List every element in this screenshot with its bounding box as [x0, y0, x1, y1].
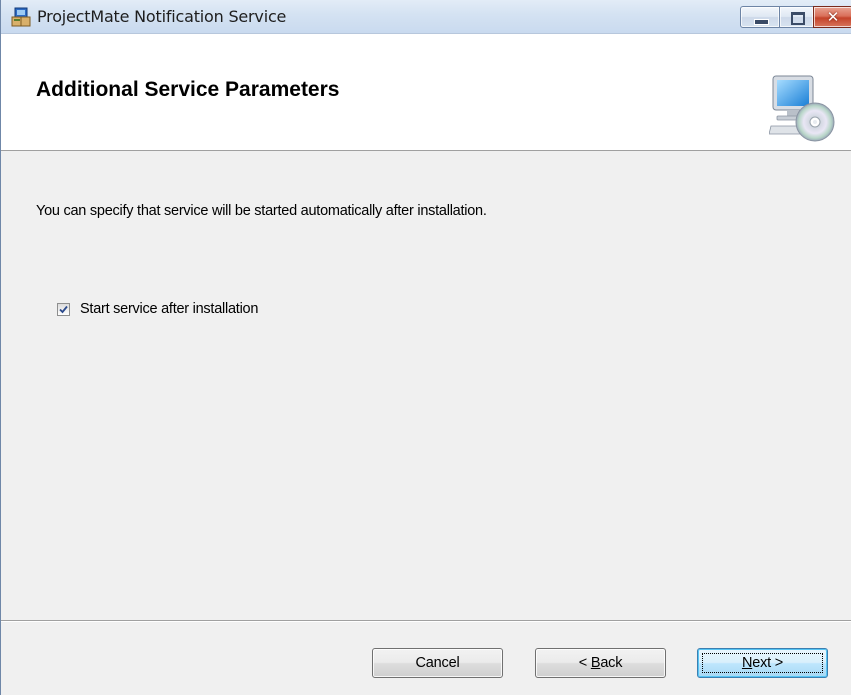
cancel-button-label: Cancel: [415, 655, 460, 671]
maximize-button[interactable]: [779, 6, 814, 28]
back-button-rest: ack: [600, 655, 623, 671]
close-icon: ✕: [826, 8, 840, 26]
start-service-checkbox[interactable]: [57, 303, 70, 316]
minimize-icon: [754, 19, 769, 25]
back-button[interactable]: < Back: [535, 648, 666, 678]
footer-divider: [1, 620, 851, 622]
computer-cd-icon: [769, 75, 835, 142]
close-button[interactable]: ✕: [813, 6, 851, 28]
page-title: Additional Service Parameters: [36, 78, 340, 101]
next-button[interactable]: Next >: [697, 648, 828, 678]
maximize-icon: [791, 12, 805, 25]
title-bar[interactable]: ProjectMate Notification Service ✕: [1, 0, 851, 34]
header-banner: Additional Service Parameters: [1, 34, 851, 151]
start-service-label[interactable]: Start service after installation: [80, 301, 258, 317]
minimize-button[interactable]: [740, 6, 780, 28]
back-button-prefix: <: [578, 655, 591, 671]
window-title: ProjectMate Notification Service: [37, 7, 287, 26]
back-button-mnemonic: B: [590, 655, 601, 671]
description-text: You can specify that service will be sta…: [36, 203, 487, 219]
installer-icon: [11, 7, 31, 27]
focus-indicator: [702, 653, 823, 673]
cancel-button[interactable]: Cancel: [372, 648, 503, 678]
installer-window: ProjectMate Notification Service ✕ Addit…: [0, 0, 851, 695]
checkmark-icon: [59, 305, 68, 314]
